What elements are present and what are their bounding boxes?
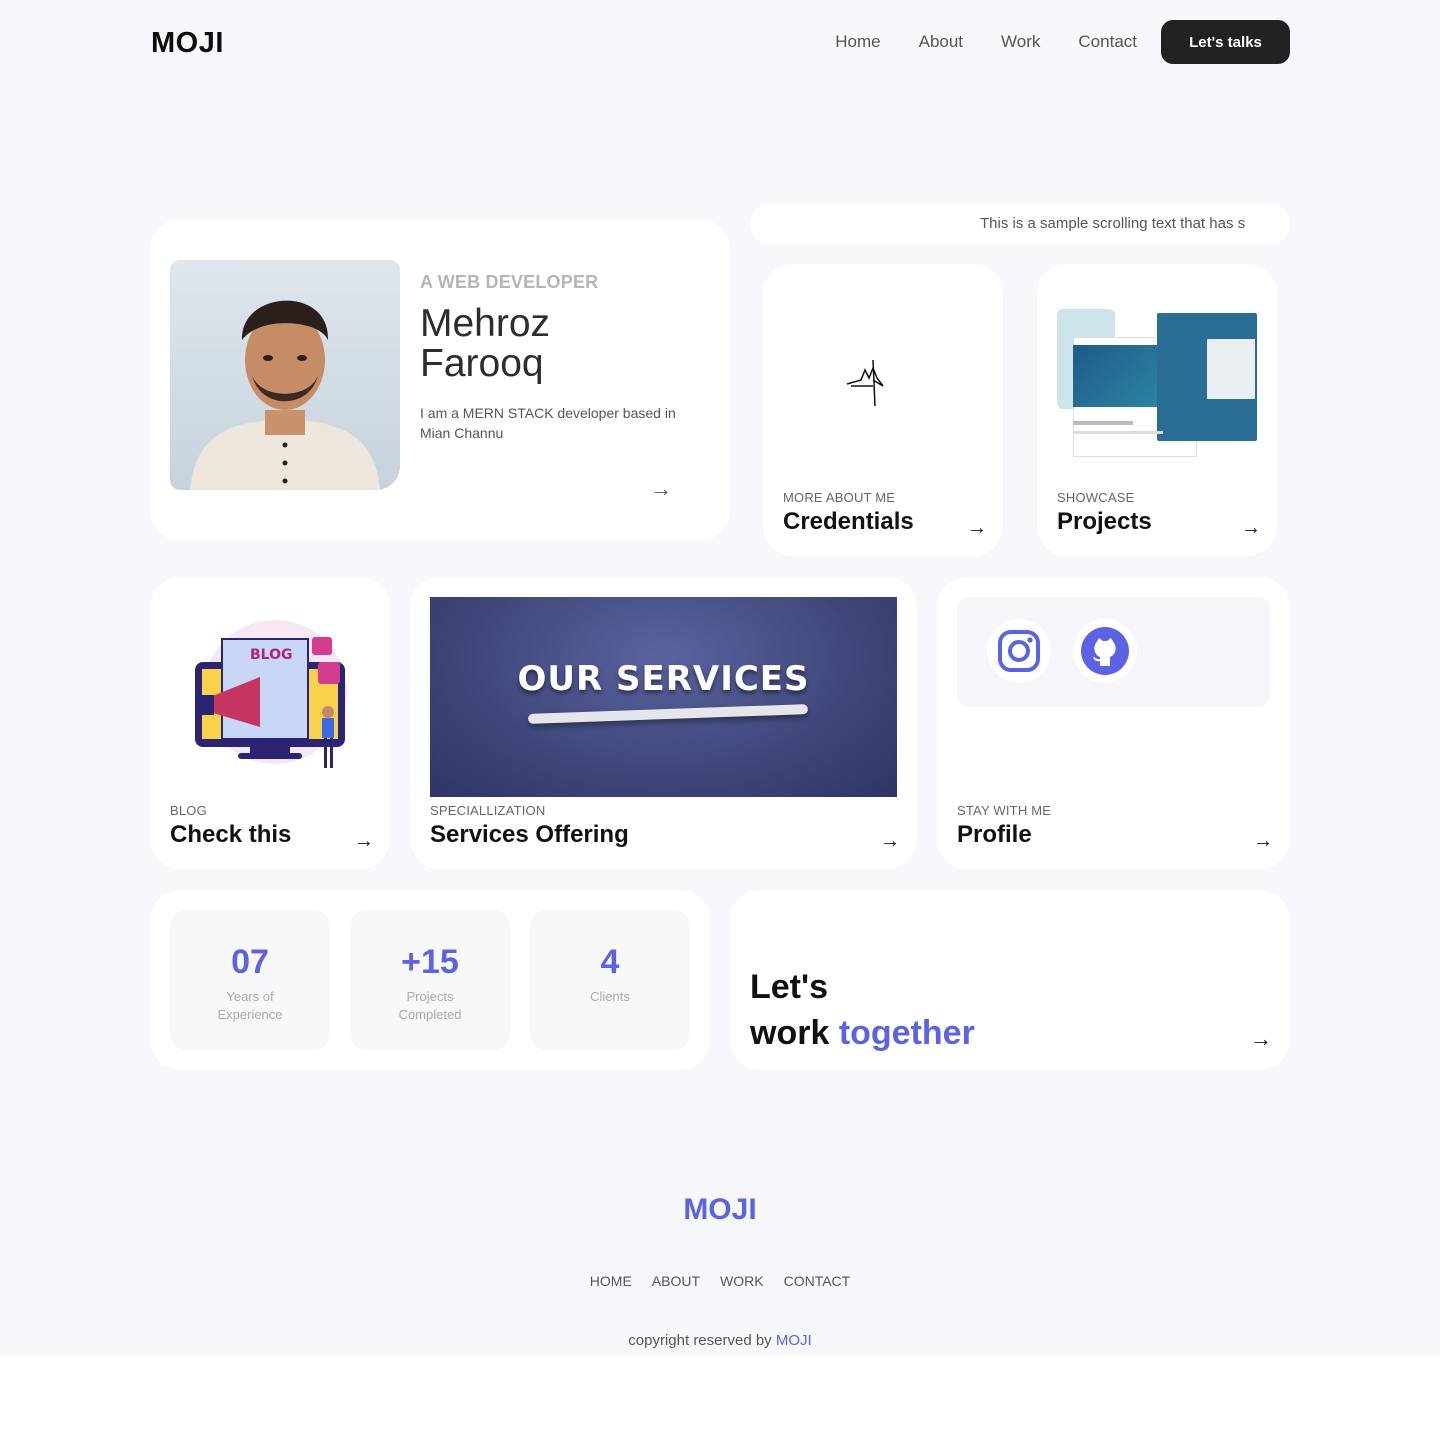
footer-nav-contact[interactable]: CONTACT: [784, 1273, 851, 1289]
credentials-kicker: MORE ABOUT ME: [783, 490, 896, 505]
profile-kicker: STAY WITH ME: [957, 803, 1052, 818]
nav-work[interactable]: Work: [1001, 32, 1040, 52]
hero-bio: I am a MERN STACK developer based in Mia…: [420, 405, 676, 441]
blog-title: Check this: [170, 821, 292, 848]
ticker-text: This is a sample scrolling text that has…: [980, 215, 1246, 232]
blog-illustration: BLOG: [195, 620, 347, 768]
github-icon[interactable]: [1073, 619, 1137, 683]
stat-clients: 4 Clients: [530, 910, 690, 1050]
social-panel: [957, 597, 1270, 707]
footer-nav-work[interactable]: WORK: [720, 1273, 764, 1289]
site-logo[interactable]: MOJI: [151, 27, 224, 60]
instagram-icon[interactable]: [987, 619, 1051, 683]
stat-label: Years of Experience: [217, 989, 283, 1022]
arrow-right-icon[interactable]: →: [880, 830, 900, 852]
nav-about[interactable]: About: [919, 32, 963, 52]
services-card[interactable]: OUR SERVICES SPECIALLIZATION Services Of…: [410, 577, 917, 869]
stat-projects: +15 Projects Completed: [350, 910, 510, 1050]
profile-photo: [170, 260, 400, 490]
arrow-right-icon[interactable]: →: [1253, 830, 1273, 852]
signature-icon: [846, 359, 884, 407]
services-banner-text: OUR SERVICES: [517, 659, 810, 699]
stat-value: 4: [600, 943, 620, 981]
arrow-right-icon[interactable]: →: [354, 830, 374, 852]
projects-kicker: SHOWCASE: [1057, 490, 1135, 505]
arrow-right-icon[interactable]: →: [650, 478, 672, 500]
stat-value: +15: [401, 943, 459, 981]
collab-line1: Let's: [750, 968, 828, 1006]
hero-role: A WEB DEVELOPER: [420, 272, 599, 292]
collab-heading: Let's work together: [750, 964, 975, 1056]
stats-card: 07 Years of Experience +15 Projects Comp…: [150, 890, 710, 1070]
collab-card[interactable]: Let's work together →: [730, 890, 1290, 1070]
arrow-right-icon[interactable]: →: [967, 517, 987, 539]
credentials-card[interactable]: MORE ABOUT ME Credentials →: [763, 264, 1003, 556]
stat-label: Projects Completed: [398, 989, 462, 1022]
main-nav: Home About Work Contact Let's talks: [797, 20, 1290, 64]
arrow-right-icon[interactable]: →: [1241, 517, 1261, 539]
stat-value: 07: [231, 943, 269, 981]
stat-experience: 07 Years of Experience: [170, 910, 330, 1050]
collab-line2-accent: together: [838, 1014, 975, 1052]
collab-line2-plain: work: [750, 1014, 830, 1052]
nav-contact[interactable]: Contact: [1078, 32, 1137, 52]
footer-nav-home[interactable]: HOME: [590, 1273, 632, 1289]
arrow-right-icon[interactable]: →: [1250, 1028, 1272, 1050]
stat-label: Clients: [590, 989, 630, 1004]
lets-talk-button[interactable]: Let's talks: [1161, 20, 1290, 64]
projects-card[interactable]: SHOWCASE Projects →: [1037, 264, 1277, 556]
projects-title: Projects: [1057, 508, 1152, 535]
hero-card[interactable]: A WEB DEVELOPER Mehroz Farooq I am a MER…: [150, 220, 730, 540]
footer-nav: HOME ABOUT WORK CONTACT: [0, 1273, 1440, 1289]
services-title: Services Offering: [430, 821, 629, 848]
hero-name: Mehroz Farooq: [420, 302, 551, 385]
profile-title: Profile: [957, 821, 1032, 848]
blog-illustration-text: BLOG: [250, 647, 293, 663]
project-screenshot: [1057, 309, 1257, 459]
nav-home[interactable]: Home: [835, 32, 880, 52]
services-kicker: SPECIALLIZATION: [430, 803, 546, 818]
footer-logo[interactable]: MOJI: [0, 1193, 1440, 1227]
credentials-title: Credentials: [783, 508, 914, 535]
blog-card[interactable]: BLOG BLOG Check this →: [150, 577, 390, 869]
footer-nav-about[interactable]: ABOUT: [652, 1273, 700, 1289]
scrolling-ticker: This is a sample scrolling text that has…: [750, 204, 1290, 244]
copyright-brand[interactable]: MOJI: [776, 1332, 812, 1349]
footer-copyright: copyright reserved by MOJI: [0, 1332, 1440, 1349]
copyright-text: copyright reserved by: [628, 1332, 772, 1349]
services-banner: OUR SERVICES: [430, 597, 897, 797]
blog-kicker: BLOG: [170, 803, 207, 818]
profile-card[interactable]: STAY WITH ME Profile →: [937, 577, 1290, 869]
